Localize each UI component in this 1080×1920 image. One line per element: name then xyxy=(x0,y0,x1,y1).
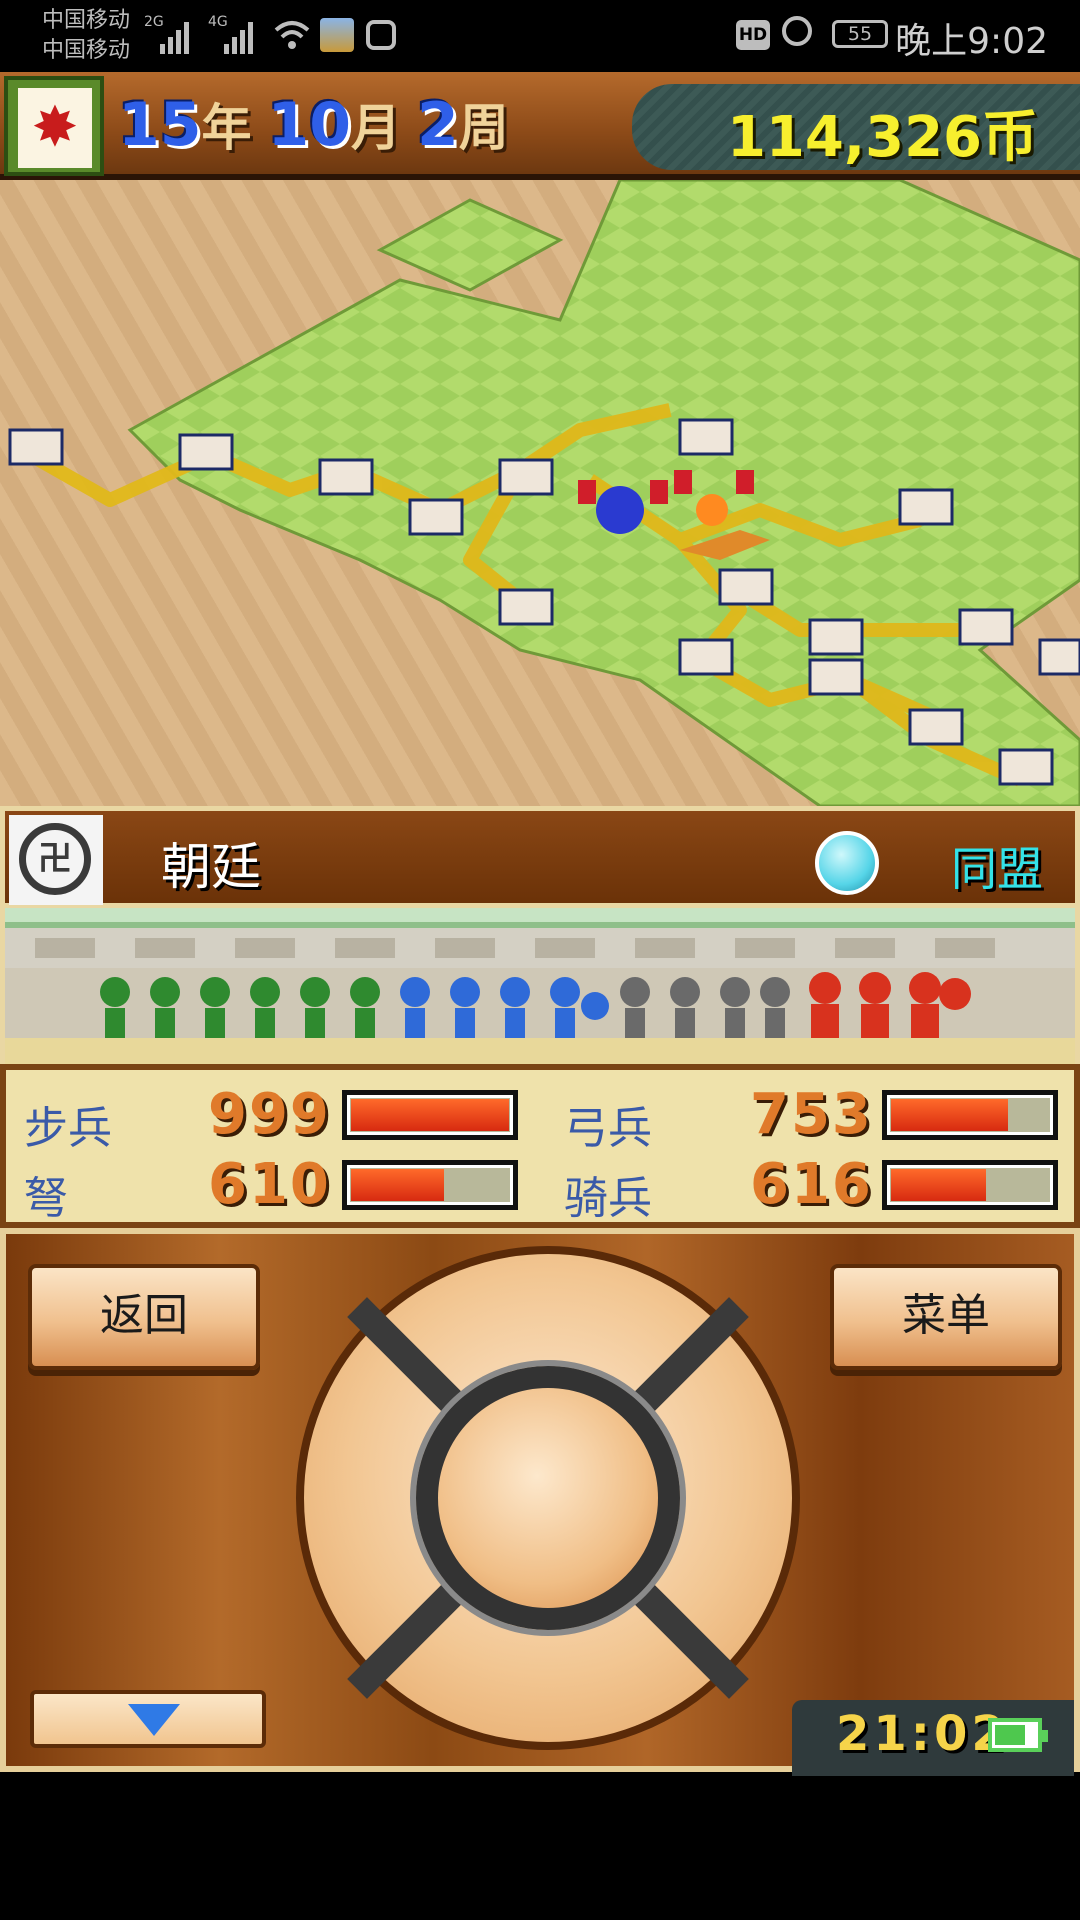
status-time: 晚上9:02 xyxy=(895,21,1048,62)
army-formation xyxy=(0,908,1080,1064)
carrier-2: 中国移动 xyxy=(42,38,131,63)
faction-bar[interactable]: 卍 朝廷 同盟 xyxy=(0,806,1080,908)
month-value: 10 xyxy=(267,90,352,160)
faction-name: 朝廷 xyxy=(161,838,261,896)
money-panel: 114,326币 xyxy=(632,84,1080,170)
world-map[interactable] xyxy=(0,180,1080,806)
status-bar: 中国移动 中国移动 2G 4G HD 55 晚上9:02 xyxy=(0,0,1080,72)
stat-label-crossbow: 弩 xyxy=(24,1173,68,1224)
money-value: 114,326币 xyxy=(726,105,1038,170)
stat-value-archer: 753 xyxy=(750,1082,873,1147)
back-button[interactable]: 返回 xyxy=(28,1264,260,1370)
emblem-icon: ✸ xyxy=(18,88,92,168)
alarm-icon xyxy=(782,16,812,46)
troop-stats-panel: 步兵 999 弓兵 753 弩 610 骑兵 616 xyxy=(0,1064,1080,1228)
stat-bar-crossbow xyxy=(342,1160,518,1210)
scroll-down-button[interactable] xyxy=(30,1690,266,1748)
stat-label-infantry: 步兵 xyxy=(24,1103,112,1154)
notification-icon xyxy=(366,20,396,50)
game-header: ✸ 15年 10月 2周 114,326币 xyxy=(0,72,1080,180)
stat-label-cavalry: 骑兵 xyxy=(564,1173,652,1224)
stat-bar-archer xyxy=(882,1090,1058,1140)
stat-bar-fill xyxy=(891,1169,986,1201)
game-clock-panel: 21:02 xyxy=(792,1700,1074,1776)
stat-bar-cavalry xyxy=(882,1160,1058,1210)
stat-bar-infantry xyxy=(342,1090,518,1140)
carrier-1: 中国移动 xyxy=(42,8,131,33)
year-unit: 年 xyxy=(201,99,252,157)
crest-ring: 卍 xyxy=(19,823,91,895)
stat-value-cavalry: 616 xyxy=(750,1152,873,1217)
stat-bar-fill xyxy=(351,1099,509,1131)
faction-crest-icon: 卍 xyxy=(9,815,103,905)
year-value: 15 xyxy=(118,90,202,160)
stat-label-archer: 弓兵 xyxy=(564,1103,652,1154)
battery-level-icon xyxy=(988,1718,1048,1752)
carrier-info: 中国移动 中国移动 xyxy=(42,6,130,66)
relation-face-icon xyxy=(815,831,879,895)
arrow-down-icon xyxy=(128,1704,180,1736)
dpad[interactable] xyxy=(296,1246,800,1750)
battery-icon: 55 xyxy=(832,20,888,48)
week-value: 2 xyxy=(417,90,459,160)
dpad-center-button[interactable] xyxy=(416,1366,680,1630)
menu-button[interactable]: 菜单 xyxy=(830,1264,1062,1370)
virtual-controller: 返回 菜单 21:02 xyxy=(0,1228,1080,1776)
clan-emblem[interactable]: ✸ xyxy=(4,76,104,176)
stat-value-crossbow: 610 xyxy=(208,1152,331,1217)
month-unit: 月 xyxy=(351,99,401,157)
game-date: 15年 10月 2周 xyxy=(118,88,525,160)
wifi-icon xyxy=(274,21,310,49)
stat-bar-fill xyxy=(351,1169,445,1201)
stat-value-infantry: 999 xyxy=(208,1082,331,1147)
signal-bars-icon xyxy=(224,18,260,54)
game-clock: 21:02 xyxy=(836,1706,1009,1762)
hd-icon: HD xyxy=(736,20,770,50)
week-unit: 周 xyxy=(458,99,509,157)
game-app-icon xyxy=(320,18,354,52)
stat-bar-fill xyxy=(891,1099,1008,1131)
signal-bars-icon xyxy=(160,18,196,54)
alliance-label: 同盟 xyxy=(951,842,1043,896)
soldiers-illustration xyxy=(5,922,1075,1064)
map-terrain xyxy=(8,180,1080,806)
